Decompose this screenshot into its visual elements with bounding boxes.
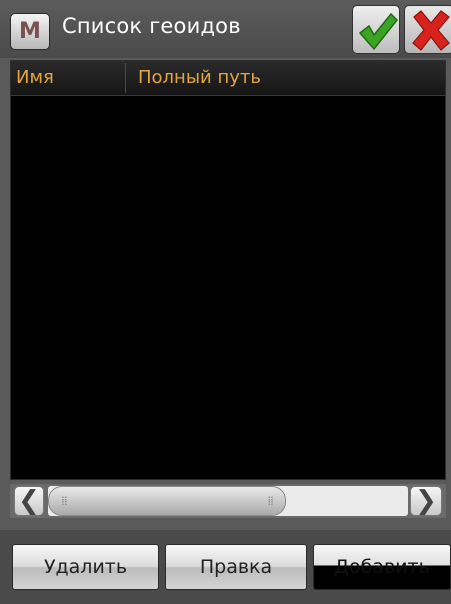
app-menu-letter: M [19,18,41,44]
chevron-right-icon: ❯ [415,486,437,516]
horizontal-scrollbar[interactable]: ❮ ⁞⁞ ⁞⁞ ❯ [10,484,446,518]
scroll-right-button[interactable]: ❯ [410,486,442,516]
grip-left-icon: ⁞⁞ [61,494,68,508]
edit-button[interactable]: Правка [165,544,307,590]
column-divider[interactable] [125,63,126,93]
scroll-track[interactable]: ⁞⁞ ⁞⁞ [48,486,408,516]
app-menu-button[interactable]: M [10,13,50,50]
add-button[interactable]: Добавить [313,544,451,590]
delete-button-label: Удалить [43,556,128,578]
ok-button[interactable] [352,5,400,54]
edit-button-label: Правка [199,556,273,578]
close-icon [412,10,450,51]
window-title: Список геоидов [62,14,241,38]
geoid-list[interactable]: Имя Полный путь [10,60,446,480]
checkmark-icon [358,12,399,51]
column-header-full-path[interactable]: Полный путь [138,67,261,88]
button-bar: Удалить Правка Добавить [0,530,451,604]
column-header-name[interactable]: Имя [16,67,54,88]
scroll-thumb[interactable]: ⁞⁞ ⁞⁞ [48,486,286,516]
geoid-list-window: M Список геоидов Имя Полный путь ❮ ⁞⁞ ⁞⁞… [0,0,451,604]
title-bar: M Список геоидов [0,0,451,58]
close-button[interactable] [404,5,451,54]
grip-right-icon: ⁞⁞ [267,494,274,508]
scroll-left-button[interactable]: ❮ [14,486,44,516]
add-button-label: Добавить [334,556,430,578]
chevron-left-icon: ❮ [18,486,40,516]
delete-button[interactable]: Удалить [12,544,159,590]
list-header: Имя Полный путь [11,61,445,96]
